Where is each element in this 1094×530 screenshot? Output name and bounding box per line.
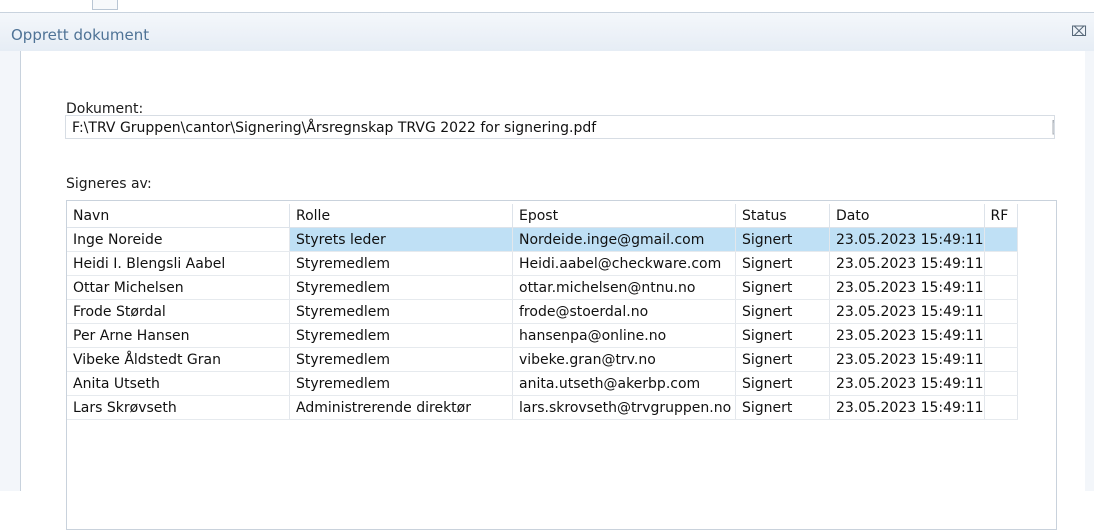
signers-grid: Navn Rolle Epost Status Dato RF Inge Nor… [66, 200, 1057, 530]
cell-rolle[interactable]: Styremedlem [289, 347, 513, 372]
cell-navn[interactable]: Inge Noreide [67, 227, 290, 252]
cell-epost[interactable]: frode@stoerdal.no [512, 299, 736, 324]
cell-epost[interactable]: ottar.michelsen@ntnu.no [512, 275, 736, 300]
cell-status[interactable]: Signert [735, 275, 830, 300]
cell-epost[interactable]: hansenpa@online.no [512, 323, 736, 348]
background-window-fragment [0, 0, 86, 10]
table-row[interactable]: Anita Utseth Styremedlem anita.utseth@ak… [67, 371, 1018, 396]
column-header-dato[interactable]: Dato [829, 204, 985, 228]
table-row[interactable]: Frode Størdal Styremedlem frode@stoerdal… [67, 299, 1018, 324]
cell-navn[interactable]: Lars Skrøvseth [67, 395, 290, 420]
table-row[interactable]: Per Arne Hansen Styremedlem hansenpa@onl… [67, 323, 1018, 348]
cell-status[interactable]: Signert [735, 323, 830, 348]
cell-rf[interactable] [984, 323, 1018, 348]
cell-navn[interactable]: Anita Utseth [67, 371, 290, 396]
cell-navn[interactable]: Ottar Michelsen [67, 275, 290, 300]
cell-epost[interactable]: Heidi.aabel@checkware.com [512, 251, 736, 276]
cell-navn[interactable]: Heidi I. Blengsli Aabel [67, 251, 290, 276]
cell-dato[interactable]: 23.05.2023 15:49:11 [829, 347, 985, 372]
cell-epost[interactable]: vibeke.gran@trv.no [512, 347, 736, 372]
cell-rf[interactable] [984, 347, 1018, 372]
close-icon[interactable]: ⌧ [1071, 24, 1087, 40]
cell-epost[interactable]: Nordeide.inge@gmail.com [512, 227, 736, 252]
cell-status[interactable]: Signert [735, 395, 830, 420]
column-header-status[interactable]: Status [735, 204, 830, 228]
table-row[interactable]: Vibeke Åldstedt Gran Styremedlem vibeke.… [67, 347, 1018, 372]
column-header-rolle[interactable]: Rolle [289, 204, 513, 228]
table-row[interactable]: Lars Skrøvseth Administrerende direktør … [67, 395, 1018, 420]
document-path-value: F:\TRV Gruppen\cantor\Signering\Årsregns… [72, 120, 597, 136]
cell-rolle[interactable]: Styremedlem [289, 251, 513, 276]
cell-dato[interactable]: 23.05.2023 15:49:11 [829, 275, 985, 300]
cell-rolle[interactable]: Styremedlem [289, 299, 513, 324]
table-row[interactable]: Inge Noreide Styrets leder Nordeide.inge… [67, 227, 1018, 252]
table-row[interactable]: Heidi I. Blengsli Aabel Styremedlem Heid… [67, 251, 1018, 276]
cell-rf[interactable] [984, 251, 1018, 276]
cell-status[interactable]: Signert [735, 299, 830, 324]
cell-rf[interactable] [984, 299, 1018, 324]
folder-browse-icon[interactable] [1052, 119, 1055, 135]
signers-label: Signeres av: [66, 176, 152, 192]
cell-status[interactable]: Signert [735, 251, 830, 276]
document-path-field[interactable]: F:\TRV Gruppen\cantor\Signering\Årsregns… [65, 115, 1055, 139]
signers-table: Navn Rolle Epost Status Dato RF Inge Nor… [67, 204, 1018, 420]
cell-rf[interactable] [984, 227, 1018, 252]
cell-dato[interactable]: 23.05.2023 15:49:11 [829, 251, 985, 276]
cell-epost[interactable]: anita.utseth@akerbp.com [512, 371, 736, 396]
cell-status[interactable]: Signert [735, 227, 830, 252]
dialog-title: Opprett dokument [11, 26, 150, 44]
cell-rf[interactable] [984, 275, 1018, 300]
column-header-epost[interactable]: Epost [512, 204, 736, 228]
cell-rf[interactable] [984, 371, 1018, 396]
column-header-navn[interactable]: Navn [67, 204, 290, 228]
dialog-titlebar: Opprett dokument ⌧ [0, 13, 1094, 51]
cell-status[interactable]: Signert [735, 347, 830, 372]
cell-dato[interactable]: 23.05.2023 15:49:11 [829, 323, 985, 348]
cell-dato[interactable]: 23.05.2023 15:49:11 [829, 371, 985, 396]
cell-dato[interactable]: 23.05.2023 15:49:11 [829, 395, 985, 420]
cell-rolle[interactable]: Styremedlem [289, 275, 513, 300]
cell-navn[interactable]: Per Arne Hansen [67, 323, 290, 348]
cell-navn[interactable]: Frode Størdal [67, 299, 290, 324]
create-document-dialog: Opprett dokument ⌧ Dokument: F:\TRV Grup… [0, 13, 1094, 530]
cell-status[interactable]: Signert [735, 371, 830, 396]
dialog-content-panel: Dokument: F:\TRV Gruppen\cantor\Signerin… [20, 51, 1085, 530]
cell-rolle[interactable]: Styremedlem [289, 371, 513, 396]
cell-rolle[interactable]: Styrets leder [289, 227, 513, 252]
background-window-tab [92, 0, 118, 10]
cell-epost[interactable]: lars.skrovseth@trvgruppen.no [512, 395, 736, 420]
table-row[interactable]: Ottar Michelsen Styremedlem ottar.michel… [67, 275, 1018, 300]
cell-rolle[interactable]: Styremedlem [289, 323, 513, 348]
cell-navn[interactable]: Vibeke Åldstedt Gran [67, 347, 290, 372]
column-header-rf[interactable]: RF [984, 204, 1018, 228]
signers-header-row: Navn Rolle Epost Status Dato RF [67, 204, 1018, 228]
cell-rf[interactable] [984, 395, 1018, 420]
cell-dato[interactable]: 23.05.2023 15:49:11 [829, 227, 985, 252]
cell-rolle[interactable]: Administrerende direktør [289, 395, 513, 420]
background-window-strip [0, 0, 1094, 13]
cell-dato[interactable]: 23.05.2023 15:49:11 [829, 299, 985, 324]
